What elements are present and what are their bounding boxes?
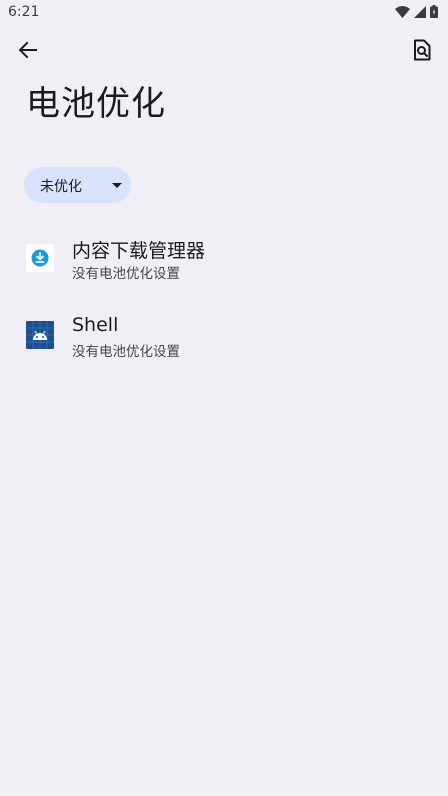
app-list-item-download-manager[interactable]: 内容下载管理器 没有电池优化设置: [0, 222, 448, 294]
app-subtitle: 没有电池优化设置: [72, 344, 180, 360]
battery-icon: [430, 3, 438, 22]
status-time: 6:21: [8, 4, 40, 20]
app-list-item-shell[interactable]: Shell 没有电池优化设置: [0, 300, 448, 372]
dropdown-arrow-icon: [112, 183, 122, 188]
status-bar: 6:21: [0, 0, 448, 24]
cell-signal-icon: [414, 3, 426, 22]
filter-selected-label: 未优化: [40, 179, 82, 195]
android-shell-icon: [26, 321, 54, 349]
search-document-icon: [413, 39, 431, 65]
app-name: Shell: [72, 314, 119, 336]
wifi-icon: [395, 3, 410, 22]
app-subtitle: 没有电池优化设置: [72, 266, 180, 282]
app-name: 内容下载管理器: [72, 240, 206, 262]
search-button[interactable]: [406, 36, 438, 68]
download-manager-icon: [26, 244, 54, 272]
filter-dropdown[interactable]: 未优化: [24, 167, 131, 203]
page-title: 电池优化: [26, 84, 166, 124]
arrow-left-icon: [18, 40, 38, 64]
back-button[interactable]: [12, 36, 44, 68]
status-icons: [395, 3, 438, 22]
